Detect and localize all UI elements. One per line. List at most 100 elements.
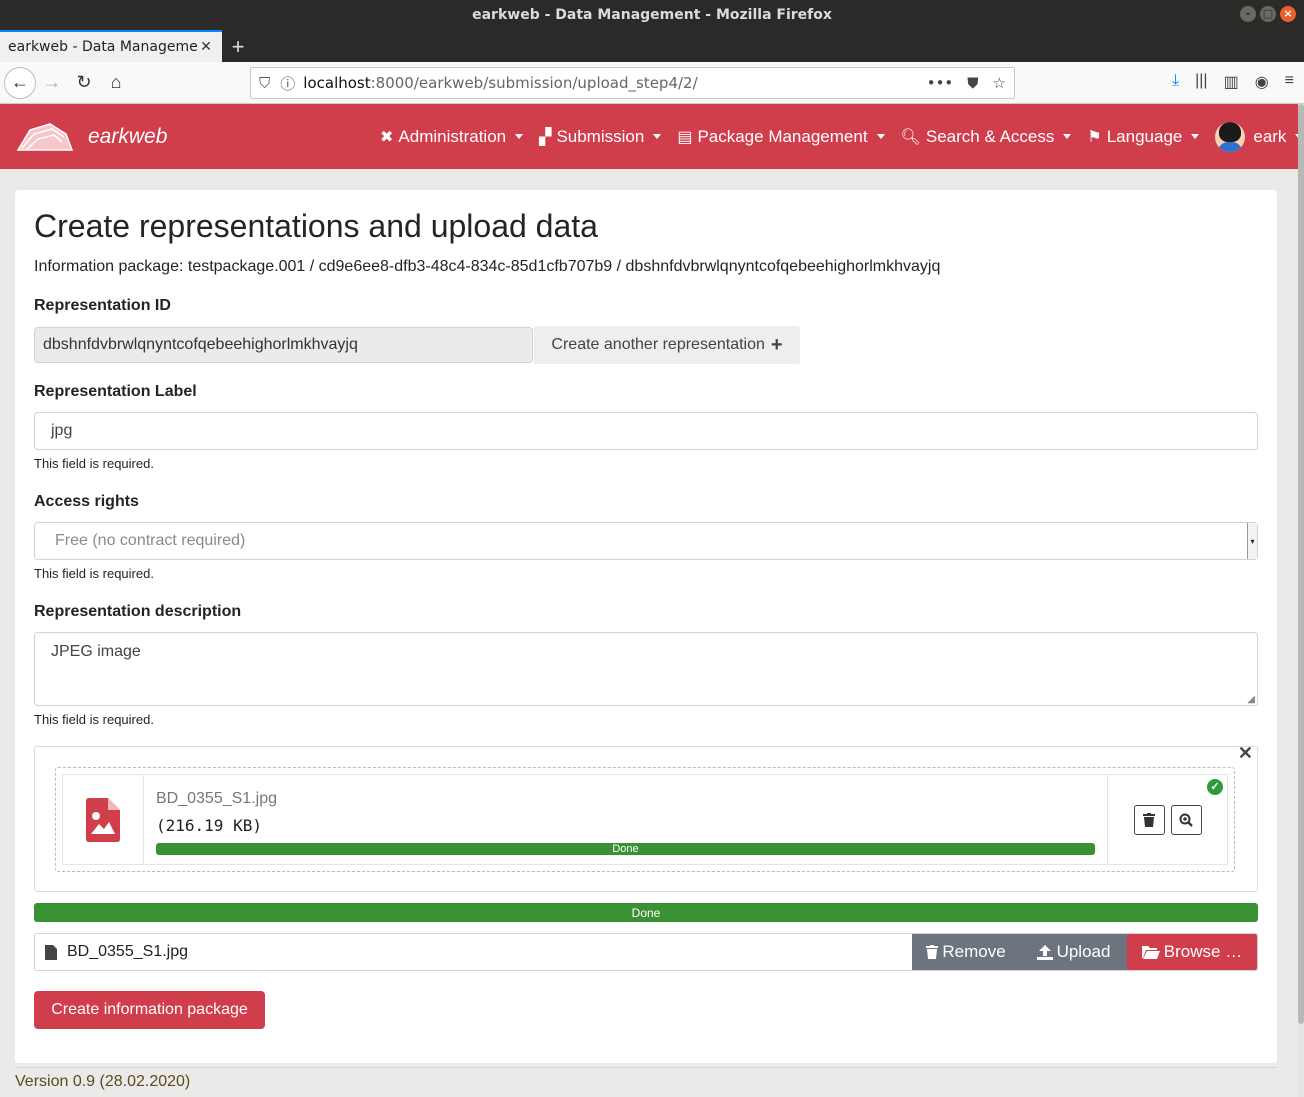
description-label: Representation description <box>34 603 242 620</box>
library-icon[interactable]: ||| <box>1195 72 1207 92</box>
caret-down-icon <box>1063 134 1072 139</box>
bookmark-star-icon[interactable]: ☆ <box>993 74 1006 92</box>
representation-id-label: Representation ID <box>34 297 171 314</box>
representation-id-field[interactable]: dbshnfdvbrwlqnyntcofqebeehighorlmkhvayjq <box>34 327 533 363</box>
downloads-icon[interactable]: ⤓ <box>1172 72 1179 92</box>
file-caption[interactable]: BD_0355_S1.jpg <box>35 934 912 970</box>
sidebar-icon[interactable]: ▥ <box>1224 72 1239 92</box>
menu-icon[interactable]: ≡ <box>1285 72 1294 92</box>
main-card: Create representations and upload data I… <box>15 190 1277 1063</box>
archive-icon: ▤ <box>677 128 693 146</box>
access-rights-select[interactable]: Free (no contract required) ▾ <box>34 522 1258 560</box>
search-icon: 🔍︎ <box>900 128 921 146</box>
total-progress-bar: Done <box>34 903 1258 922</box>
page-actions-icon[interactable]: ••• <box>927 74 954 92</box>
page-scrollbar-thumb[interactable] <box>1298 104 1304 1024</box>
menu-label: Administration <box>398 126 507 146</box>
file-icon <box>45 944 57 960</box>
browse-button[interactable]: Browse … <box>1127 934 1257 970</box>
file-caption-text: BD_0355_S1.jpg <box>67 943 188 960</box>
pocket-icon[interactable]: ⛊ <box>967 74 978 92</box>
file-name: BD_0355_S1.jpg <box>156 790 277 807</box>
menu-label: Submission <box>556 126 645 146</box>
total-progress-fill: Done <box>34 903 1258 922</box>
access-rights-help: This field is required. <box>34 566 154 581</box>
file-drop-zone[interactable]: BD_0355_S1.jpg (216.19 KB) Done ✓ <box>55 767 1235 872</box>
footer-divider <box>15 1067 1277 1068</box>
description-value: JPEG image <box>51 643 141 660</box>
delete-file-button[interactable] <box>1133 804 1165 835</box>
upload-button[interactable]: Upload <box>1020 934 1127 970</box>
upload-success-icon: ✓ <box>1207 779 1223 795</box>
file-preview-row: BD_0355_S1.jpg (216.19 KB) Done ✓ <box>62 774 1228 865</box>
page-title: Create representations and upload data <box>34 208 598 244</box>
representation-label-input[interactable]: jpg <box>34 412 1258 450</box>
description-textarea[interactable]: JPEG image ◢ <box>34 632 1258 706</box>
window-controls: – □ × <box>1240 6 1296 22</box>
access-rights-selected: Free (no contract required) <box>55 532 246 549</box>
tools-icon: ✖ <box>380 128 394 146</box>
access-rights-label: Access rights <box>34 493 139 510</box>
create-another-representation-label: Create another representation <box>551 336 765 353</box>
close-preview-icon[interactable]: ✕ <box>1238 743 1253 764</box>
file-input-group: BD_0355_S1.jpg Remove Upload Browse … <box>34 933 1258 971</box>
app-navbar: earkweb ✖ Administration ▞ Submission ▤ … <box>0 104 1304 169</box>
home-button[interactable]: ⌂ <box>100 67 132 99</box>
menu-package-management[interactable]: ▤ Package Management <box>677 127 885 147</box>
brand-name[interactable]: earkweb <box>88 125 167 149</box>
shield-icon[interactable]: ⛉ <box>259 74 270 92</box>
browser-navbar: ← → ↻ ⌂ ⛉ ⓘ localhost:8000/earkweb/submi… <box>0 62 1304 104</box>
select-arrow-icon: ▾ <box>1247 523 1257 559</box>
close-window-button[interactable]: × <box>1280 6 1296 22</box>
main-menu: ✖ Administration ▞ Submission ▤ Package … <box>380 104 1304 169</box>
upload-icon <box>1036 944 1053 960</box>
total-progress-label: Done <box>631 905 661 920</box>
zoom-file-button[interactable] <box>1170 804 1202 835</box>
file-thumbnail <box>63 775 144 864</box>
url-bar[interactable]: ⛉ ⓘ localhost:8000/earkweb/submission/up… <box>250 67 1015 99</box>
reload-button[interactable]: ↻ <box>68 67 100 99</box>
folder-open-icon <box>1141 946 1160 959</box>
plus-icon: + <box>770 333 783 356</box>
menu-user[interactable]: eark <box>1215 121 1304 152</box>
description-help: This field is required. <box>34 712 154 727</box>
new-tab-button[interactable]: + <box>222 32 254 62</box>
tab-bar: earkweb - Data Managemen ✕ + <box>0 30 1304 62</box>
representation-label-help: This field is required. <box>34 456 154 471</box>
menu-submission[interactable]: ▞ Submission <box>539 126 662 147</box>
caret-down-icon <box>1191 134 1200 139</box>
file-progress-label: Done <box>612 843 639 855</box>
file-actions: ✓ <box>1107 775 1227 864</box>
file-progress-fill: Done <box>156 843 1095 855</box>
forward-button[interactable]: → <box>36 67 68 99</box>
representation-label-value: jpg <box>51 422 73 439</box>
menu-label: eark <box>1253 126 1287 146</box>
browse-label: Browse … <box>1163 942 1243 961</box>
tab-close-icon[interactable]: ✕ <box>198 39 214 55</box>
avatar <box>1215 121 1246 152</box>
menu-language[interactable]: ⚑ Language <box>1087 127 1200 147</box>
minimize-button[interactable]: – <box>1240 6 1256 22</box>
menu-administration[interactable]: ✖ Administration <box>380 126 524 147</box>
file-progress-bar: Done <box>156 843 1095 855</box>
upload-label: Upload <box>1056 942 1111 961</box>
create-information-package-button[interactable]: Create information package <box>34 991 265 1029</box>
browser-tab[interactable]: earkweb - Data Managemen ✕ <box>0 30 222 62</box>
tab-title: earkweb - Data Managemen <box>8 39 198 55</box>
package-info: Information package: testpackage.001 / c… <box>34 258 941 275</box>
menu-search-access[interactable]: 🔍︎ Search & Access <box>901 127 1072 147</box>
remove-button[interactable]: Remove <box>912 934 1020 970</box>
resize-handle-icon[interactable]: ◢ <box>1247 694 1255 705</box>
maximize-button[interactable]: □ <box>1260 6 1276 22</box>
file-details: BD_0355_S1.jpg (216.19 KB) Done <box>144 775 1107 864</box>
back-button[interactable]: ← <box>4 66 36 99</box>
image-file-icon <box>86 797 120 842</box>
create-information-package-label: Create information package <box>51 1001 248 1018</box>
account-icon[interactable]: ◉ <box>1255 72 1269 92</box>
toolbar-right: ⤓ ||| ▥ ◉ ≡ <box>1172 72 1294 92</box>
remove-label: Remove <box>942 942 1006 961</box>
info-icon[interactable]: ⓘ <box>280 73 295 94</box>
url-path: :8000/earkweb/submission/upload_step4/2/ <box>370 74 698 92</box>
create-another-representation-button[interactable]: Create another representation + <box>534 326 800 364</box>
earkweb-logo-icon[interactable] <box>16 120 74 154</box>
